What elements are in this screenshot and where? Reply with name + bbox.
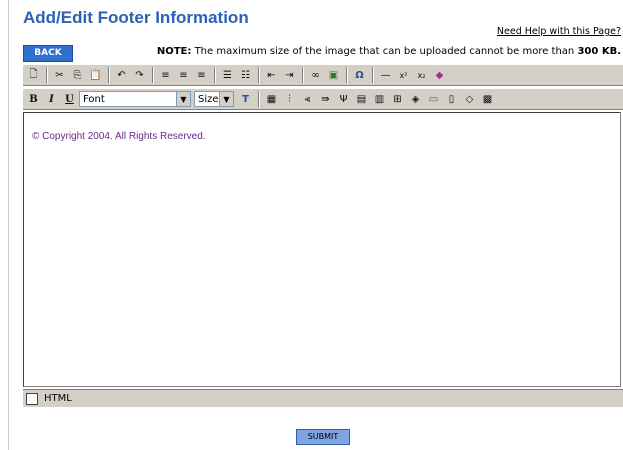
column-properties-icon[interactable]: ▯ xyxy=(443,91,460,108)
align-left-icon[interactable]: ≡ xyxy=(157,67,174,84)
back-button[interactable]: BACK xyxy=(23,45,73,62)
note-text: The maximum size of the image that can b… xyxy=(194,46,575,57)
toolbar-separator xyxy=(372,67,374,83)
toolbar-separator xyxy=(46,67,48,83)
horizontal-rule-icon[interactable]: — xyxy=(377,67,394,84)
text-color-icon[interactable]: T xyxy=(237,91,254,108)
delete-column-icon[interactable]: ⫷ xyxy=(299,91,316,108)
toolbar-separator xyxy=(152,67,154,83)
delete-row-icon[interactable]: Ψ xyxy=(335,91,352,108)
paste-icon[interactable]: 📋 xyxy=(87,67,104,84)
toolbar-separator xyxy=(302,67,304,83)
align-center-icon[interactable]: ≡ xyxy=(175,67,192,84)
help-link[interactable]: Need Help with this Page? xyxy=(497,26,621,37)
toolbar-separator xyxy=(258,67,260,83)
spellcheck-icon[interactable]: ◆ xyxy=(431,67,448,84)
outdent-icon[interactable]: ⇤ xyxy=(263,67,280,84)
html-checkbox[interactable] xyxy=(26,392,38,405)
toolbar-separator xyxy=(346,67,348,83)
image-icon[interactable]: ▣ xyxy=(325,67,342,84)
link-icon[interactable]: ∞ xyxy=(307,67,324,84)
italic-button[interactable]: I xyxy=(43,91,60,108)
submit-button[interactable]: SUBMIT xyxy=(296,429,350,445)
html-label: HTML xyxy=(44,393,72,404)
row-properties-icon[interactable]: ▭ xyxy=(425,91,442,108)
table-layout-icon[interactable]: ▩ xyxy=(479,91,496,108)
upload-note: NOTE: The maximum size of the image that… xyxy=(157,46,621,57)
editor-content[interactable]: © Copyright 2004. All Rights Reserved. xyxy=(32,131,206,142)
insert-column-icon[interactable]: ⫶ xyxy=(281,91,298,108)
redo-icon[interactable]: ↷ xyxy=(131,67,148,84)
align-right-icon[interactable]: ≡ xyxy=(193,67,210,84)
toolbar-separator xyxy=(258,91,260,107)
insert-row-icon[interactable]: ⇛ xyxy=(317,91,334,108)
page-title: Add/Edit Footer Information xyxy=(23,8,249,27)
indent-icon[interactable]: ⇥ xyxy=(281,67,298,84)
copy-icon[interactable]: ⎘ xyxy=(69,67,86,84)
cut-icon[interactable]: ✂ xyxy=(51,67,68,84)
split-cells-icon[interactable]: ▥ xyxy=(371,91,388,108)
undo-icon[interactable]: ↶ xyxy=(113,67,130,84)
insert-table-icon[interactable]: ▦ xyxy=(263,91,280,108)
superscript-icon[interactable]: x² xyxy=(395,67,412,84)
note-size: 300 KB. xyxy=(577,46,621,57)
table-delete-icon[interactable]: ◇ xyxy=(461,91,478,108)
table-properties-icon[interactable]: ⊞ xyxy=(389,91,406,108)
merge-cells-icon[interactable]: ▤ xyxy=(353,91,370,108)
html-mode-bar: HTML xyxy=(23,389,623,407)
ordered-list-icon[interactable]: ☰ xyxy=(219,67,236,84)
rich-text-editor[interactable]: © Copyright 2004. All Rights Reserved. xyxy=(23,112,621,387)
chevron-down-icon: ▼ xyxy=(176,92,190,106)
subscript-icon[interactable]: x₂ xyxy=(413,67,430,84)
size-select[interactable]: Size ▼ xyxy=(194,91,234,107)
page-left-border xyxy=(8,0,9,450)
bold-button[interactable]: B xyxy=(25,91,42,108)
font-select[interactable]: Font ▼ xyxy=(79,91,191,107)
size-select-value: Size xyxy=(198,93,219,105)
new-document-icon[interactable]: 🗋 xyxy=(25,67,42,84)
formatting-toolbar-2: B I U Font ▼ Size ▼ T ▦ ⫶ ⫷ ⇛ Ψ ▤ ▥ ⊞ ◈ … xyxy=(23,88,623,110)
chevron-down-icon: ▼ xyxy=(219,92,233,106)
note-prefix: NOTE: xyxy=(156,46,192,57)
font-select-value: Font xyxy=(83,93,105,105)
toolbar-separator xyxy=(108,67,110,83)
unordered-list-icon[interactable]: ☷ xyxy=(237,67,254,84)
toolbar-separator xyxy=(214,67,216,83)
cell-properties-icon[interactable]: ◈ xyxy=(407,91,424,108)
underline-button[interactable]: U xyxy=(61,91,78,108)
formatting-toolbar-1: 🗋 ✂ ⎘ 📋 ↶ ↷ ≡ ≡ ≡ ☰ ☷ ⇤ ⇥ ∞ ▣ Ω — x² x₂ … xyxy=(23,64,623,86)
special-char-icon[interactable]: Ω xyxy=(351,67,368,84)
